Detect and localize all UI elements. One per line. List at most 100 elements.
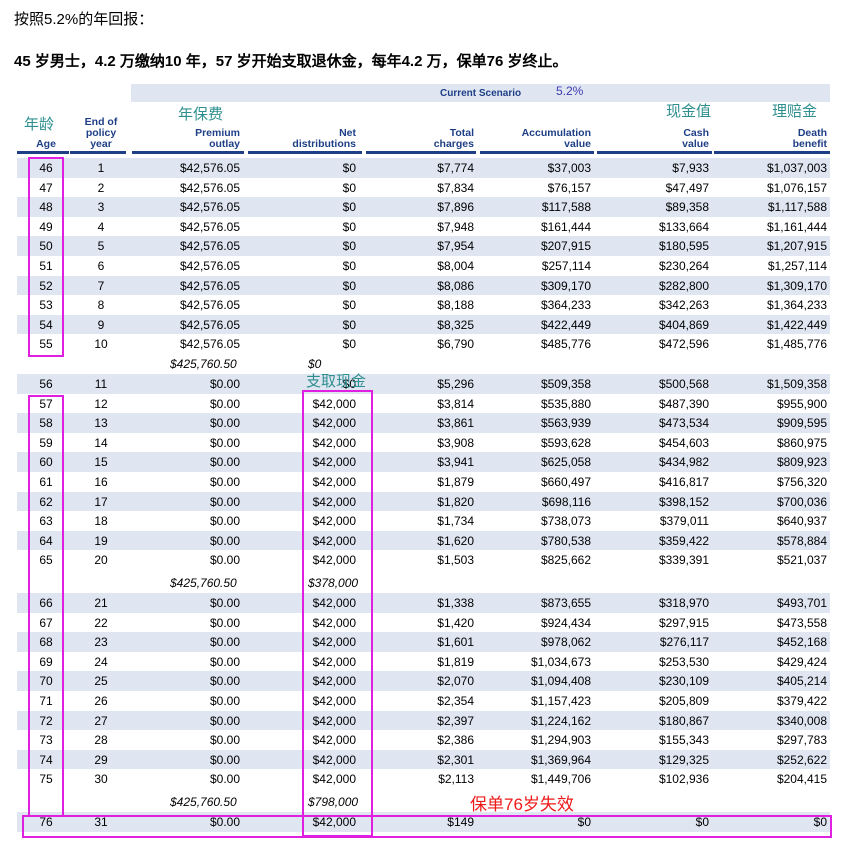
cell-death: $379,422 [776, 694, 827, 708]
cell-death: $1,117,588 [767, 200, 827, 215]
cell-death: $1,037,003 [766, 161, 827, 175]
cell-charges: $2,113 [438, 772, 474, 787]
cell-accum: $422,449 [540, 317, 591, 332]
cell-premium: $0.00 [209, 713, 240, 728]
cell-year: 7 [97, 278, 105, 293]
cell-dist: $0 [342, 161, 356, 175]
cell-accum: $660,497 [540, 475, 591, 489]
cell-accum: $593,628 [540, 435, 591, 450]
cell-premium: $0.00 [209, 494, 240, 509]
cell-premium: $42,576.05 [179, 239, 240, 254]
cell-charges: $2,070 [437, 674, 474, 689]
cell-premium: $0.00 [209, 553, 240, 568]
cell-accum: $1,224,162 [530, 713, 591, 728]
cell-death: $340,008 [776, 713, 827, 728]
cell-premium: $0.00 [209, 435, 240, 450]
cell-year: 4 [97, 219, 105, 234]
cell-cash: $339,391 [658, 553, 709, 568]
cell-premium: $42,576.05 [179, 298, 240, 313]
cell-death: $252,622 [776, 752, 827, 767]
cell-premium: $0.00 [209, 733, 240, 748]
cell-cash: $133,664 [658, 219, 709, 234]
cell-premium: $0.00 [209, 615, 240, 630]
cell-cash: $318,970 [658, 596, 709, 610]
cell-death: $1,422,449 [766, 317, 827, 332]
cell-year: 28 [94, 733, 108, 748]
cell-cash: $230,109 [658, 674, 709, 689]
cell-death: $521,037 [776, 553, 827, 568]
cell-cash: $297,915 [658, 615, 709, 630]
cell-death: $1,161,444 [766, 219, 827, 234]
cell-year: 25 [94, 674, 108, 689]
cell-year: 8 [97, 298, 105, 313]
cell-charges: $1,620 [437, 533, 474, 548]
cell-premium: $0.00 [209, 654, 240, 669]
cell-accum: $1,034,673 [530, 654, 591, 669]
cell-dist: $0 [342, 337, 356, 352]
cell-cash: $342,263 [658, 298, 709, 313]
cell-cash: $454,603 [658, 435, 709, 450]
cell-charges: $7,774 [437, 161, 474, 175]
cell-death: $1,207,915 [766, 239, 827, 254]
cell-death: $429,424 [776, 654, 827, 669]
cell-dist: $0 [342, 239, 356, 254]
cell-year: 21 [94, 596, 108, 610]
cell-year: 10 [94, 337, 108, 352]
cell-cash: $276,117 [659, 635, 709, 650]
cell-premium: $42,576.05 [179, 161, 240, 175]
cell-charges: $7,954 [437, 239, 474, 254]
cn-label-withdraw: 支取现金 [306, 373, 367, 390]
cell-accum: $825,662 [540, 553, 591, 568]
cell-year: 15 [94, 455, 108, 470]
cell-cash: $253,530 [658, 654, 709, 669]
cell-charges: $7,948 [437, 219, 474, 234]
cell-charges: $7,896 [437, 200, 474, 215]
cell-accum: $1,449,706 [530, 772, 591, 787]
cell-premium: $0.00 [209, 752, 240, 767]
lapse-note: 保单76岁失效 [470, 795, 574, 814]
cell-year: 14 [94, 435, 108, 450]
cell-cash: $47,497 [665, 180, 709, 195]
cell-death: $756,320 [776, 475, 827, 489]
cell-premium: $42,576.05 [179, 219, 240, 234]
cell-accum: $625,058 [540, 455, 591, 470]
cell-cash: $379,011 [659, 514, 709, 529]
cell-accum: $738,073 [540, 514, 591, 529]
cell-accum: $1,094,408 [530, 674, 591, 689]
cell-year: 11 [94, 377, 108, 391]
cell-year: 23 [94, 635, 108, 650]
cell-dist: $0 [342, 200, 356, 215]
cell-charges: $3,814 [437, 396, 474, 411]
cell-premium: $0.00 [209, 596, 240, 610]
cell-death: $909,595 [776, 416, 827, 431]
cell-cash: $398,152 [658, 494, 709, 509]
cell-year: 2 [97, 180, 105, 195]
cell-charges: $2,386 [437, 733, 474, 748]
cell-accum: $1,294,903 [530, 733, 591, 748]
cell-premium: $42,576.05 [179, 259, 240, 273]
cell-charges: $1,338 [437, 596, 474, 610]
cell-accum: $1,369,964 [530, 752, 591, 767]
cell-dist: $0 [342, 219, 356, 234]
cell-year: 17 [94, 494, 108, 509]
cell-charges: $1,734 [437, 514, 474, 529]
cell-dist: $0 [342, 317, 356, 332]
cell-death: $1,309,170 [766, 278, 827, 293]
cell-death: $1,257,114 [767, 259, 827, 273]
cell-cash: $205,809 [658, 694, 709, 708]
cell-dist: $0 [342, 298, 356, 313]
cell-charges: $8,004 [437, 259, 474, 273]
cell-death: $1,364,233 [766, 298, 827, 313]
cell-accum: $978,062 [540, 635, 591, 650]
cell-death: $860,975 [776, 435, 827, 450]
cell-charges: $7,834 [437, 180, 474, 195]
cell-cash: $473,534 [658, 416, 709, 431]
highlight-distributions-box [302, 390, 373, 837]
cell-year: 12 [94, 396, 108, 411]
cell-accum: $309,170 [540, 278, 591, 293]
cell-accum: $485,776 [540, 337, 591, 352]
cell-accum: $535,880 [540, 396, 591, 411]
cell-death: $297,783 [776, 733, 827, 748]
cell-charges: $8,325 [437, 317, 474, 332]
cell-cash: $500,568 [658, 377, 709, 391]
